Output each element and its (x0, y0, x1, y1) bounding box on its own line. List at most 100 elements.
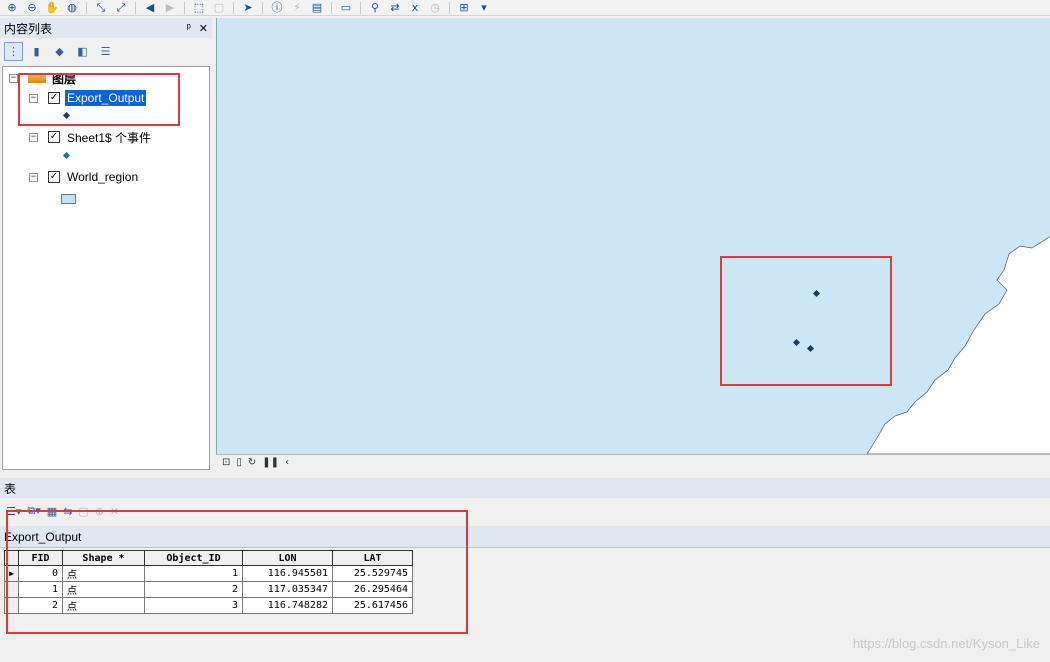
layer-visibility-checkbox[interactable]: ✓ (48, 171, 60, 183)
table-row[interactable]: 1 点 2 117.035347 26.295464 (4, 581, 413, 598)
layer-row-sheet1-events[interactable]: − ✓ Sheet1$ 个事件 (29, 128, 153, 146)
layer-visibility-checkbox[interactable]: ✓ (48, 131, 60, 143)
collapse-icon[interactable]: − (29, 172, 38, 182)
cell-fid[interactable]: 1 (18, 581, 63, 598)
column-header[interactable]: LAT (332, 550, 413, 566)
toolbar-separator (86, 1, 87, 14)
layer-visibility-checkbox[interactable]: ✓ (48, 92, 60, 104)
measure-ruler-icon[interactable]: ▭ (338, 1, 354, 15)
html-popup-icon[interactable]: ▤ (309, 1, 325, 15)
table-row[interactable]: 2 点 3 116.748282 25.617456 (4, 597, 413, 614)
related-tables-icon[interactable]: ⧉▾ (27, 504, 40, 518)
forward-arrow-icon[interactable]: ▶ (162, 1, 178, 15)
find-binoculars-icon[interactable]: ⚲ (367, 1, 383, 15)
toolbar-separator (449, 1, 450, 14)
layer-tree: − 图层 − ✓ Export_Output − ✓ Sheet1$ 个事件 −… (2, 66, 210, 470)
delete-selected-icon[interactable]: ✕ (110, 505, 119, 518)
row-selector-header[interactable] (4, 550, 19, 566)
layer-name[interactable]: Export_Output (65, 90, 147, 106)
cell-object-id[interactable]: 3 (144, 597, 243, 614)
full-extent-globe-icon[interactable]: ◍ (64, 1, 80, 15)
cell-object-id[interactable]: 1 (144, 565, 243, 582)
select-by-attributes-icon[interactable]: ▦ (47, 505, 57, 518)
identify-info-icon[interactable]: ⓘ (269, 1, 285, 15)
table-options-icon[interactable]: ☰▾ (6, 505, 21, 518)
create-viewer-window-icon[interactable]: ⊞ (456, 1, 472, 15)
feature-point[interactable] (812, 289, 821, 298)
list-by-source-icon[interactable]: ▮ (27, 42, 46, 61)
pan-hand-icon[interactable]: ✋ (44, 1, 60, 15)
row-selector[interactable] (4, 597, 19, 614)
toolbar-separator (331, 1, 332, 14)
map-view[interactable] (216, 18, 1050, 454)
list-by-drawing-order-icon[interactable]: ⋮ (4, 41, 23, 61)
collapse-icon[interactable]: − (9, 73, 18, 83)
cell-object-id[interactable]: 2 (144, 581, 243, 598)
feature-point[interactable] (792, 338, 801, 347)
cell-lat[interactable]: 25.529745 (332, 565, 413, 582)
map-canvas (720, 236, 1050, 454)
fixed-zoom-out-icon[interactable]: ⤢ (113, 1, 129, 15)
toolbar-options-chevron-icon[interactable]: ▾ (476, 1, 492, 15)
back-arrow-icon[interactable]: ◀ (142, 1, 158, 15)
attribute-table: FID Shape * Object_ID LON LAT ▶ 0 点 1 11… (4, 550, 413, 614)
row-selector[interactable] (4, 581, 19, 598)
cell-lon[interactable]: 116.748282 (242, 597, 333, 614)
cell-fid[interactable]: 0 (18, 565, 63, 582)
point-symbol-icon (62, 111, 71, 120)
column-header[interactable]: Shape * (62, 550, 145, 566)
fixed-zoom-in-icon[interactable]: ⤡ (93, 1, 109, 15)
clear-selection-icon[interactable]: ▢ (211, 1, 227, 15)
column-header[interactable]: Object_ID (144, 550, 243, 566)
column-header[interactable]: FID (18, 550, 63, 566)
select-features-icon[interactable]: ⬚ (191, 1, 207, 15)
layer-name[interactable]: Sheet1$ 个事件 (65, 128, 153, 147)
cell-lat[interactable]: 25.617456 (332, 597, 413, 614)
table-tab[interactable]: Export_Output (0, 526, 1050, 548)
zoom-in-icon[interactable]: ⊕ (4, 1, 20, 15)
layer-row-world-region[interactable]: − ✓ World_region (29, 168, 140, 186)
polygon-symbol-icon (61, 194, 76, 204)
clear-selection-icon[interactable]: ▢ (78, 505, 88, 518)
table-row[interactable]: ▶ 0 点 1 116.945501 25.529745 (4, 565, 413, 582)
column-header[interactable]: LON (242, 550, 333, 566)
cell-lat[interactable]: 26.295464 (332, 581, 413, 598)
layers-root-label: 图层 (52, 71, 77, 86)
refresh-icon[interactable]: ↻ (248, 457, 256, 468)
cell-shape[interactable]: 点 (62, 581, 145, 598)
tree-root-layers[interactable]: − 图层 (9, 69, 78, 87)
toc-title: 内容列表 (4, 21, 53, 36)
layout-view-icon[interactable]: ▯ (236, 457, 242, 468)
coastline-land (866, 236, 1050, 454)
switch-selection-icon[interactable]: ⇆ (63, 505, 72, 518)
table-window-title-text: 表 (4, 481, 17, 496)
collapse-icon[interactable]: − (29, 132, 38, 142)
list-by-selection-icon[interactable]: ◧ (73, 42, 92, 61)
zoom-out-icon[interactable]: ⊖ (24, 1, 40, 15)
cell-lon[interactable]: 117.035347 (242, 581, 333, 598)
layer-name[interactable]: World_region (65, 169, 140, 185)
feature-point[interactable] (806, 344, 815, 353)
layers-stack-icon (28, 73, 46, 83)
list-by-visibility-icon[interactable]: ◆ (50, 42, 69, 61)
toc-options-icon[interactable]: ☰ (96, 42, 115, 61)
time-slider-icon[interactable]: ◷ (427, 1, 443, 15)
pin-icon[interactable]: ᵖ (187, 22, 191, 35)
go-to-xy-icon[interactable]: ⅹ (407, 1, 423, 15)
current-row-indicator-icon[interactable]: ▶ (4, 565, 19, 582)
cell-shape[interactable]: 点 (62, 565, 145, 582)
find-route-icon[interactable]: ⇄ (387, 1, 403, 15)
hyperlink-bolt-icon[interactable]: ⚡ (289, 1, 305, 15)
cell-lon[interactable]: 116.945501 (242, 565, 333, 582)
scroll-left-icon[interactable]: ‹ (285, 457, 289, 468)
zoom-to-selected-icon[interactable]: ⊕ (95, 505, 104, 518)
pause-drawing-icon[interactable]: ❚❚ (262, 457, 279, 468)
cell-fid[interactable]: 2 (18, 597, 63, 614)
select-elements-arrow-icon[interactable]: ➤ (240, 1, 256, 15)
cell-shape[interactable]: 点 (62, 597, 145, 614)
map-status-bar: ⊡ ▯ ↻ ❚❚ ‹ (216, 454, 1050, 470)
close-icon[interactable]: ✕ (199, 22, 208, 35)
data-view-icon[interactable]: ⊡ (222, 457, 230, 468)
layer-row-export-output[interactable]: − ✓ Export_Output (29, 89, 147, 107)
collapse-icon[interactable]: − (29, 93, 38, 103)
